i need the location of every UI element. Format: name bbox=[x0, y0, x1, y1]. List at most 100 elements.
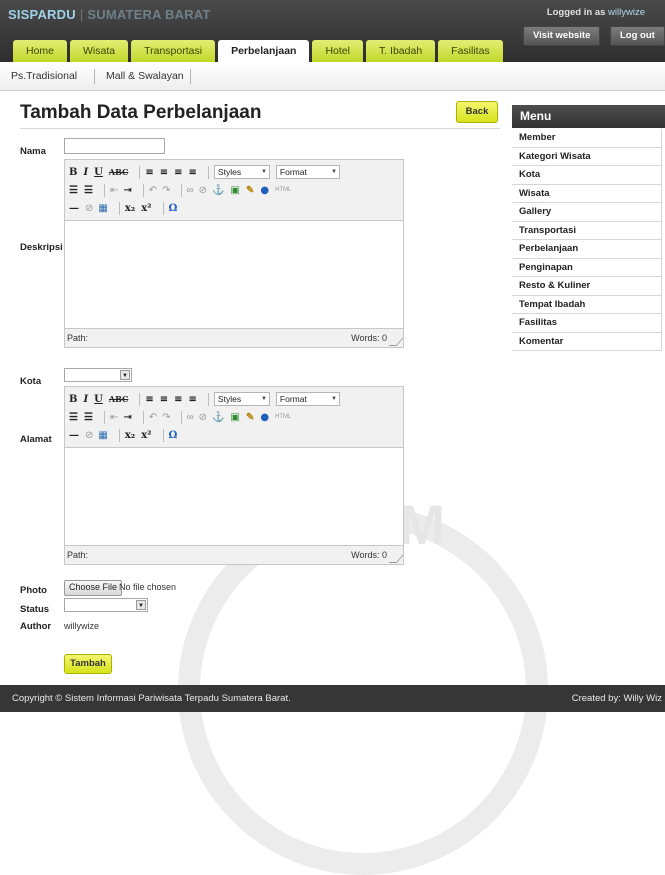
indent-icon[interactable]: ⇥ bbox=[123, 412, 131, 423]
sidebar-item-tempat-ibadah[interactable]: Tempat Ibadah bbox=[512, 295, 662, 314]
sub-nav: Ps.Tradisional Mall & Swalayan bbox=[0, 62, 665, 91]
sidebar-item-penginapan[interactable]: Penginapan bbox=[512, 258, 662, 277]
photo-label: Photo bbox=[20, 585, 47, 596]
sidebar-item-wisata[interactable]: Wisata bbox=[512, 184, 662, 203]
align-left-icon[interactable]: ≡ bbox=[145, 394, 153, 405]
unlink-icon[interactable]: ⊘ bbox=[199, 412, 207, 423]
sidebar-item-member[interactable]: Member bbox=[512, 129, 662, 148]
align-right-icon[interactable]: ≡ bbox=[174, 394, 182, 405]
strikethrough-icon[interactable]: ABC bbox=[109, 167, 128, 177]
choose-file-button[interactable]: Choose File bbox=[64, 580, 123, 596]
nama-label: Nama bbox=[20, 146, 46, 157]
visual-aid-icon[interactable]: ▦ bbox=[98, 430, 107, 441]
align-center-icon[interactable]: ≡ bbox=[160, 394, 168, 405]
brand-logo[interactable]: SISPARDU | SUMATERA BARAT bbox=[8, 7, 211, 22]
alamat-textarea[interactable] bbox=[65, 447, 403, 546]
sidebar-item-transportasi[interactable]: Transportasi bbox=[512, 221, 662, 240]
link-icon[interactable]: ∞ bbox=[187, 412, 194, 423]
image-icon[interactable]: ▣ bbox=[230, 185, 239, 196]
outdent-icon[interactable]: ⇤ bbox=[110, 185, 118, 196]
sidebar-item-komentar[interactable]: Komentar bbox=[512, 332, 662, 351]
author-value: willywize bbox=[64, 621, 100, 631]
special-char-icon[interactable]: Ω bbox=[169, 430, 178, 441]
bullet-list-icon[interactable]: ☰ bbox=[69, 185, 78, 196]
anchor-icon[interactable]: ⚓ bbox=[212, 185, 224, 196]
styles-dropdown[interactable]: Styles ▼ bbox=[213, 392, 270, 406]
tab-home[interactable]: Home bbox=[13, 40, 68, 62]
kota-select[interactable]: ▼ bbox=[64, 368, 132, 382]
image-icon[interactable]: ▣ bbox=[230, 412, 239, 423]
visit-website-button[interactable]: Visit website bbox=[523, 26, 601, 46]
tab-transportasi[interactable]: Transportasi bbox=[131, 40, 216, 62]
tab-perbelanjaan[interactable]: Perbelanjaan bbox=[218, 40, 310, 62]
cleanup-icon[interactable]: ✎ bbox=[246, 185, 254, 196]
link-icon[interactable]: ∞ bbox=[187, 185, 194, 196]
html-icon[interactable]: HTML bbox=[275, 187, 291, 193]
deskripsi-textarea[interactable] bbox=[65, 220, 403, 329]
underline-icon[interactable]: U bbox=[94, 167, 103, 178]
horizontal-rule-icon[interactable]: — bbox=[69, 430, 79, 441]
special-char-icon[interactable]: Ω bbox=[169, 203, 178, 214]
bullet-list-icon[interactable]: ☰ bbox=[69, 412, 78, 423]
align-left-icon[interactable]: ≡ bbox=[145, 167, 153, 178]
help-icon[interactable]: ● bbox=[260, 412, 269, 423]
align-justify-icon[interactable]: ≡ bbox=[189, 167, 197, 178]
superscript-icon[interactable]: x² bbox=[141, 430, 151, 441]
tab-hotel[interactable]: Hotel bbox=[312, 40, 363, 62]
subnav-ps-tradisional[interactable]: Ps.Tradisional bbox=[11, 62, 77, 90]
nama-input[interactable] bbox=[64, 138, 165, 154]
numbered-list-icon[interactable]: ☰ bbox=[84, 412, 93, 423]
html-icon[interactable]: HTML bbox=[275, 414, 291, 420]
tab-fasilitas[interactable]: Fasilitas bbox=[438, 40, 503, 62]
logout-button[interactable]: Log out bbox=[610, 26, 665, 46]
outdent-icon[interactable]: ⇤ bbox=[110, 412, 118, 423]
sidebar-item-perbelanjaan[interactable]: Perbelanjaan bbox=[512, 240, 662, 259]
bold-icon[interactable]: B bbox=[69, 394, 77, 405]
remove-format-icon[interactable]: ⊘ bbox=[85, 430, 93, 441]
horizontal-rule-icon[interactable]: — bbox=[69, 203, 79, 214]
footer-copyright: Copyright © Sistem Informasi Pariwisata … bbox=[12, 693, 291, 704]
subscript-icon[interactable]: x₂ bbox=[125, 203, 135, 214]
sidebar-item-kota[interactable]: Kota bbox=[512, 166, 662, 185]
tab-t-ibadah[interactable]: T. Ibadah bbox=[365, 40, 436, 62]
styles-dropdown[interactable]: Styles ▼ bbox=[213, 165, 270, 179]
format-dropdown[interactable]: Format ▼ bbox=[275, 392, 340, 406]
format-dropdown[interactable]: Format ▼ bbox=[275, 165, 340, 179]
sidebar-item-resto-kuliner[interactable]: Resto & Kuliner bbox=[512, 277, 662, 296]
numbered-list-icon[interactable]: ☰ bbox=[84, 185, 93, 196]
sidebar-item-kategori-wisata[interactable]: Kategori Wisata bbox=[512, 147, 662, 166]
cleanup-icon[interactable]: ✎ bbox=[246, 412, 254, 423]
align-center-icon[interactable]: ≡ bbox=[160, 167, 168, 178]
indent-icon[interactable]: ⇥ bbox=[123, 185, 131, 196]
redo-icon[interactable]: ↷ bbox=[162, 185, 170, 196]
undo-icon[interactable]: ↶ bbox=[149, 185, 157, 196]
superscript-icon[interactable]: x² bbox=[141, 203, 151, 214]
help-icon[interactable]: ● bbox=[260, 185, 269, 196]
underline-icon[interactable]: U bbox=[94, 394, 103, 405]
resize-grip-icon[interactable] bbox=[388, 555, 404, 563]
sidebar-item-gallery[interactable]: Gallery bbox=[512, 203, 662, 222]
remove-format-icon[interactable]: ⊘ bbox=[85, 203, 93, 214]
status-select[interactable]: ▼ bbox=[64, 598, 148, 612]
italic-icon[interactable]: I bbox=[83, 394, 88, 405]
align-right-icon[interactable]: ≡ bbox=[174, 167, 182, 178]
unlink-icon[interactable]: ⊘ bbox=[199, 185, 207, 196]
brand-sub: SUMATERA BARAT bbox=[87, 7, 211, 22]
align-justify-icon[interactable]: ≡ bbox=[189, 394, 197, 405]
tab-wisata[interactable]: Wisata bbox=[70, 40, 129, 62]
visual-aid-icon[interactable]: ▦ bbox=[98, 203, 107, 214]
logged-in-user[interactable]: willywize bbox=[608, 7, 645, 18]
deskripsi-label: Deskripsi bbox=[20, 242, 63, 253]
resize-grip-icon[interactable] bbox=[388, 338, 404, 346]
subscript-icon[interactable]: x₂ bbox=[125, 430, 135, 441]
strikethrough-icon[interactable]: ABC bbox=[109, 394, 128, 404]
bold-icon[interactable]: B bbox=[69, 167, 77, 178]
tambah-submit-button[interactable]: Tambah bbox=[64, 654, 112, 674]
anchor-icon[interactable]: ⚓ bbox=[212, 412, 224, 423]
undo-icon[interactable]: ↶ bbox=[149, 412, 157, 423]
sidebar-item-fasilitas[interactable]: Fasilitas bbox=[512, 314, 662, 333]
italic-icon[interactable]: I bbox=[83, 167, 88, 178]
redo-icon[interactable]: ↷ bbox=[162, 412, 170, 423]
back-button[interactable]: Back bbox=[456, 101, 498, 123]
subnav-mall-swalayan[interactable]: Mall & Swalayan bbox=[106, 62, 184, 90]
